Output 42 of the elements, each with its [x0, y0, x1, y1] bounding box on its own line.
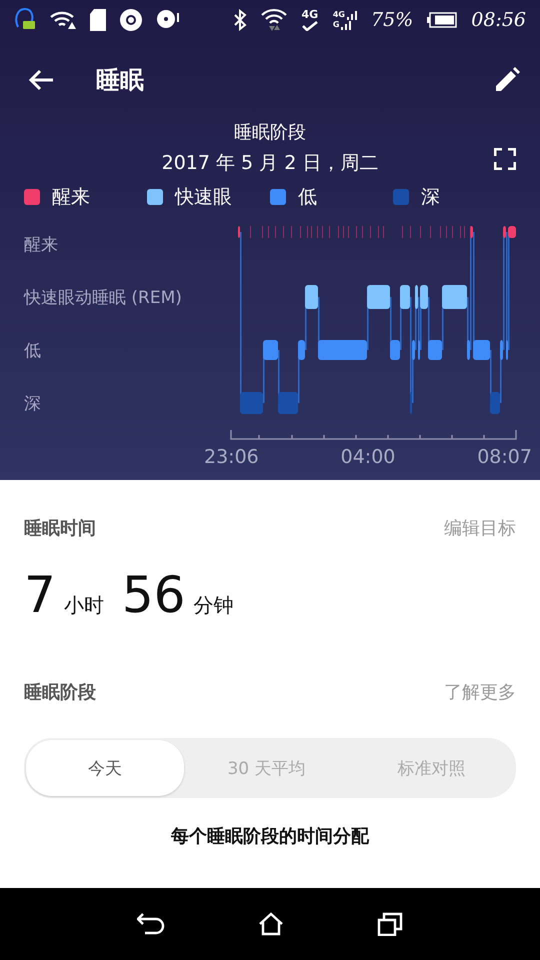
stage-label: 快速眼动睡眠 (REM)	[24, 287, 183, 309]
recent-apps-icon[interactable]	[377, 912, 404, 936]
learn-more-link[interactable]: 了解更多	[444, 680, 516, 704]
legend-label: 醒来	[52, 185, 90, 210]
chart-title: 睡眠阶段	[234, 121, 306, 144]
battery-percent: 75%	[371, 9, 414, 31]
minutes-value: 56	[122, 566, 186, 624]
wifi-warning-icon	[50, 10, 76, 30]
minutes-unit: 分钟	[193, 592, 234, 619]
segment-tab[interactable]: 今天	[26, 740, 184, 796]
screen-title: 睡眠	[96, 65, 145, 96]
time-label: 08:07	[477, 446, 532, 468]
chart-caption: 每个睡眠阶段的时间分配	[170, 825, 370, 848]
back-icon[interactable]	[136, 912, 165, 936]
hours-unit: 小时	[64, 592, 104, 619]
time-label: 23:06	[204, 446, 259, 468]
chart-date: 2017 年 5 月 2 日，周二	[162, 151, 378, 176]
segment-tab[interactable]: 标准对照	[349, 740, 514, 796]
stage-label: 深	[24, 393, 42, 415]
sync-disc-icon	[120, 9, 142, 31]
pencil-icon[interactable]	[494, 67, 520, 93]
section-heading: 睡眠阶段	[24, 681, 96, 704]
back-arrow-icon[interactable]	[28, 69, 54, 91]
legend-label: 快速眼	[175, 185, 232, 210]
stage-label: 低	[24, 340, 42, 362]
battery-icon	[427, 12, 458, 28]
section-heading: 睡眠时间	[24, 517, 96, 540]
fullscreen-icon[interactable]	[494, 148, 516, 170]
home-icon[interactable]	[258, 912, 284, 936]
wifi-icon	[260, 8, 287, 32]
legend-label: 低	[298, 185, 317, 210]
legend-label: 深	[421, 185, 440, 210]
stage-label: 醒来	[24, 234, 59, 256]
segment-tab[interactable]: 30 天平均	[184, 740, 349, 796]
time-label: 04:00	[340, 446, 396, 468]
bluetooth-icon	[232, 9, 247, 31]
clock: 08:56	[471, 9, 526, 31]
sd-card-icon	[90, 9, 106, 31]
hours-value: 7	[24, 566, 56, 624]
edit-goal-link[interactable]: 编辑目标	[444, 516, 516, 540]
signal-indicator: 4G G	[332, 10, 357, 30]
network-type-indicator: 4G	[300, 9, 319, 31]
